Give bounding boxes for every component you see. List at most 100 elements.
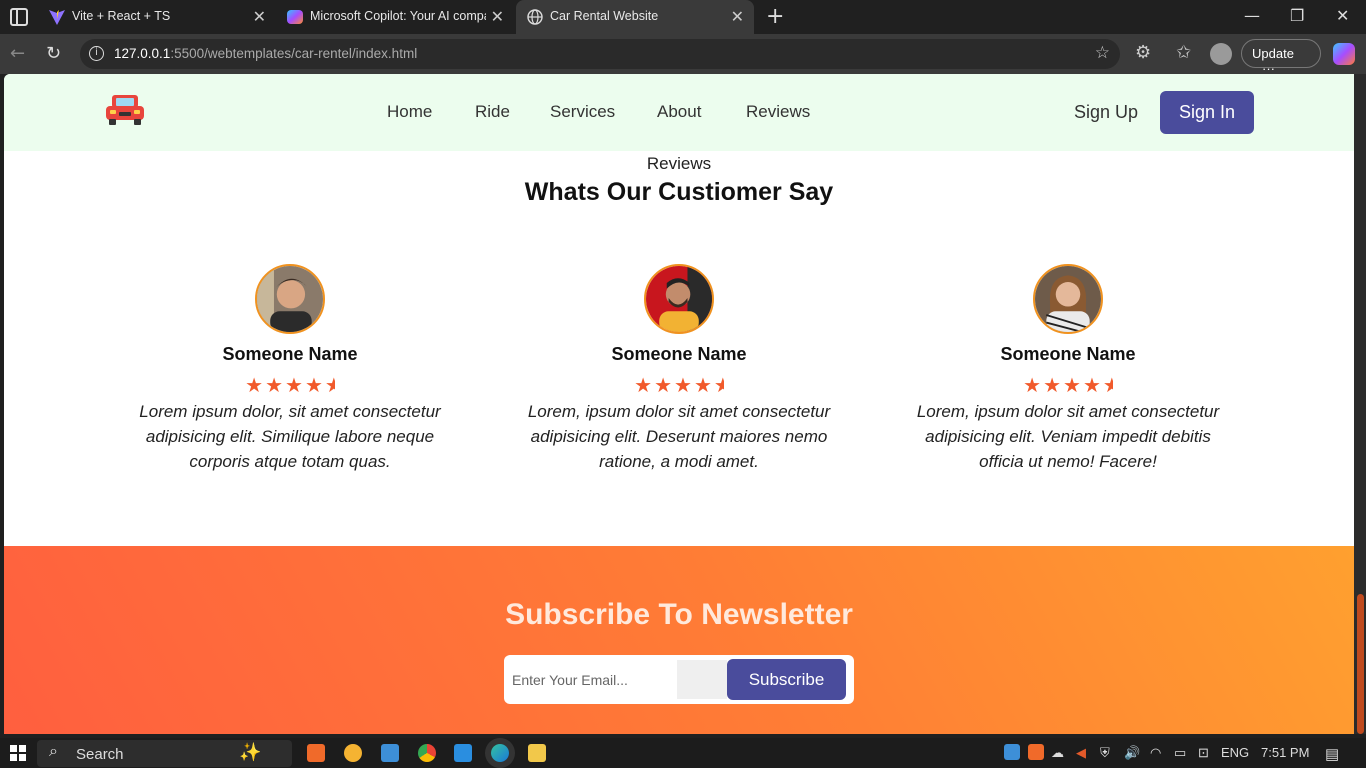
tab-vite[interactable]: Vite + React + TS ✕ [38,0,276,34]
nav-about[interactable]: About [657,102,701,122]
speaker-muted-icon[interactable]: ◀ [1076,745,1086,761]
reviewer-name: Someone Name [611,344,747,364]
update-label: Update [1252,46,1294,61]
tab-title: Vite + React + TS [72,9,171,23]
display-icon[interactable]: ⊡ [1198,745,1209,761]
onedrive-icon[interactable]: ☁ [1051,745,1064,761]
close-icon[interactable]: ✕ [491,7,504,27]
vscode-icon[interactable] [454,744,472,762]
reviewer-avatar [1033,264,1103,334]
url-text[interactable]: 127.0.0.1:5500/webtemplates/car-rentel/i… [114,46,417,61]
back-icon[interactable]: ← [10,43,25,64]
reviewer-avatar [644,264,714,334]
sign-in-button[interactable]: Sign In [1160,91,1254,134]
windows-start-icon[interactable] [10,745,26,761]
subscribe-button[interactable]: Subscribe [727,659,846,700]
taskbar: ⌕ Search ✨ ☁ ◀ ⛨ 🔊 ◠ ▭ ⊡ ENG 7:51 PM ▤ [0,738,1366,768]
clock[interactable]: 7:51 PM [1261,745,1309,760]
page-viewport: Home Ride Services About Reviews Sign Up… [4,74,1354,734]
filezilla-icon[interactable] [344,744,362,762]
favorites-icon[interactable]: ✩ [1176,42,1191,63]
wifi-icon[interactable]: ◠ [1150,745,1161,761]
nav-services[interactable]: Services [550,102,615,122]
car-logo-icon[interactable] [104,93,146,127]
update-button[interactable]: Update ··· [1241,39,1321,76]
search-icon: ⌕ [49,743,58,760]
tab-copilot[interactable]: Microsoft Copilot: Your AI compa ✕ [276,0,514,34]
taskbar-search[interactable]: ⌕ Search ✨ [37,740,292,767]
newsletter-section: Subscribe To Newsletter Subscribe [4,546,1354,734]
star-icon: ★ [634,375,655,397]
tab-actions-icon[interactable] [10,8,28,26]
review-card: Someone Name ★★★★★ Lorem, ipsum dolor si… [898,264,1238,474]
reviewer-name: Someone Name [1000,344,1136,364]
half-star-icon: ★ [1103,373,1113,398]
star-icon: ★ [285,375,305,397]
section-eyebrow: Reviews [646,154,712,173]
site-info-icon[interactable]: i [89,46,104,61]
newsletter-form: Subscribe [504,655,854,704]
review-text: Lorem ipsum dolor, sit amet consectetur … [139,402,441,471]
scrollbar-thumb[interactable] [1357,594,1364,734]
url-host: 127.0.0.1 [114,46,171,61]
input-spacer [677,660,727,699]
review-card: Someone Name ★★★★★ Lorem, ipsum dolor si… [509,264,849,474]
star-icon: ★ [1043,375,1063,397]
tray-xampp-icon[interactable] [1028,744,1044,760]
section-title: Whats Our Custiomer Say [524,178,834,206]
window-close-icon[interactable]: ✕ [1336,6,1349,25]
browser-toolbar: ← ↻ i 127.0.0.1:5500/webtemplates/car-re… [0,34,1366,76]
security-shield-icon[interactable]: ⛨ [1100,745,1110,761]
star-icon: ★ [1023,375,1044,397]
tab-title: Car Rental Website [550,9,659,23]
favorite-star-icon[interactable]: ☆ [1095,43,1110,63]
url-path: :5500/webtemplates/car-rentel/index.html [170,46,418,61]
browser-tab-bar: Vite + React + TS ✕ Microsoft Copilot: Y… [0,0,1366,34]
chrome-icon[interactable] [418,744,436,762]
newsletter-title: Subscribe To Newsletter [505,598,853,631]
copilot-icon[interactable] [1333,43,1355,65]
minimize-icon[interactable]: — [1244,6,1260,25]
page-scrollbar[interactable] [1354,74,1366,734]
half-star-icon: ★ [714,373,724,398]
extensions-icon[interactable]: ⚙ [1135,42,1151,63]
reviewer-name: Someone Name [222,344,358,364]
new-tab-icon[interactable]: + [766,4,784,29]
copilot-icon [287,10,303,24]
star-icon: ★ [693,375,714,397]
email-input[interactable] [512,660,677,699]
close-icon[interactable]: ✕ [253,7,266,27]
review-card: Someone Name ★★★★★ Lorem ipsum dolor, si… [120,264,460,474]
nav-ride[interactable]: Ride [475,102,510,122]
address-bar[interactable]: i 127.0.0.1:5500/webtemplates/car-rentel… [80,39,1120,69]
star-icon: ★ [1063,375,1083,397]
reviewer-avatar [255,264,325,334]
nav-home[interactable]: Home [387,102,432,122]
review-text: Lorem, ipsum dolor sit amet consectetur … [527,402,831,471]
file-explorer-icon[interactable] [528,744,546,762]
review-text: Lorem, ipsum dolor sit amet consectetur … [916,402,1220,471]
xampp-icon[interactable] [307,744,325,762]
star-rating: ★★★★★ [120,373,460,397]
tray-app-icon[interactable] [1004,744,1020,760]
reload-icon[interactable]: ↻ [46,43,61,64]
close-icon[interactable]: ✕ [731,7,744,27]
nav-reviews[interactable]: Reviews [746,102,810,122]
volume-icon[interactable]: 🔊 [1124,745,1140,761]
edge-icon[interactable] [491,744,509,762]
sparkle-icon: ✨ [239,742,262,762]
site-header: Home Ride Services About Reviews Sign Up… [4,74,1354,151]
profile-avatar[interactable] [1210,43,1232,65]
star-rating: ★★★★★ [898,373,1238,397]
tab-title: Microsoft Copilot: Your AI compa [310,9,486,23]
sign-up-link[interactable]: Sign Up [1074,102,1138,123]
battery-icon[interactable]: ▭ [1174,745,1186,761]
restore-icon[interactable]: ❐ [1290,6,1304,25]
tab-car-rental[interactable]: Car Rental Website ✕ [516,0,754,34]
vite-icon [49,10,65,25]
star-icon: ★ [1082,375,1103,397]
star-rating: ★★★★★ [509,373,849,397]
language-indicator[interactable]: ENG [1221,745,1249,760]
notifications-icon[interactable]: ▤ [1325,745,1339,763]
remote-desktop-icon[interactable] [381,744,399,762]
